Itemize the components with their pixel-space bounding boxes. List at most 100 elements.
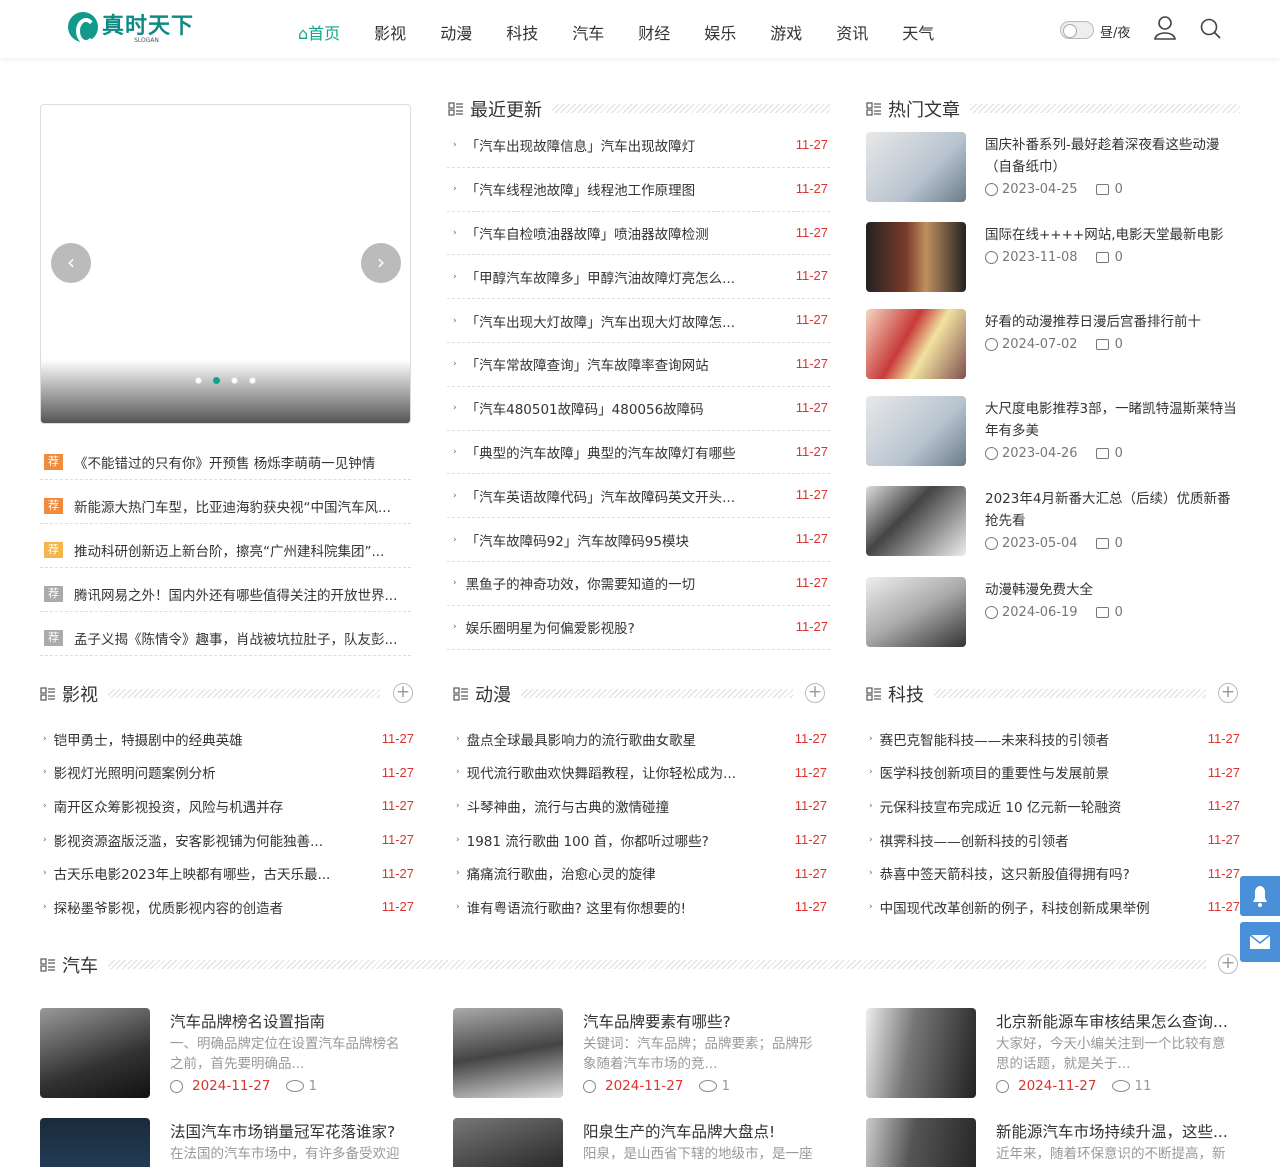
list-item-title[interactable]: 现代流行歌曲欢快舞蹈教程，让你轻松成为... xyxy=(467,762,767,782)
nav-item-weather[interactable]: 天气 xyxy=(902,20,934,44)
list-item-title[interactable]: 孟子义揭《陈情令》趣事，肖战被坑拉肚子，队友彭... xyxy=(74,628,397,648)
list-item-title[interactable]: 「汽车常故障查询」汽车故障率查询网站 xyxy=(466,354,766,374)
list-item[interactable]: › 1981 流行歌曲 100 首，你都听过哪些? 11-27 xyxy=(453,823,827,857)
list-item-title[interactable]: 铠甲勇士，特摄剧中的经典英雄 xyxy=(54,729,354,749)
article-thumbnail[interactable] xyxy=(453,1118,563,1167)
user-icon[interactable] xyxy=(1154,16,1176,40)
article-thumbnail[interactable] xyxy=(40,1008,150,1098)
list-item-title[interactable]: 盘点全球最具影响力的流行歌曲女歌星 xyxy=(467,729,767,749)
list-item-title[interactable]: 医学科技创新项目的重要性与发展前景 xyxy=(880,762,1180,782)
list-item[interactable]: › 赛巴克智能科技——未来科技的引领者 11-27 xyxy=(866,722,1240,756)
list-item[interactable]: › 祺霁科技——创新科技的引领者 11-27 xyxy=(866,823,1240,857)
more-icon[interactable]: + xyxy=(393,683,413,703)
list-item[interactable]: › 「汽车480501故障码」480056故障码 11-27 xyxy=(447,387,830,431)
article-title[interactable]: 新能源汽车市场持续升温，这些... xyxy=(996,1120,1238,1142)
list-item[interactable]: › 黑鱼子的神奇功效，你需要知道的一切 11-27 xyxy=(447,562,830,606)
slider-dot[interactable] xyxy=(231,377,238,384)
hot-item-title[interactable]: 国际在线++++网站,电影天堂最新电影 xyxy=(985,224,1241,246)
article-thumbnail[interactable] xyxy=(866,222,966,292)
more-icon[interactable]: + xyxy=(805,683,825,703)
article-title[interactable]: 北京新能源车审核结果怎么查询... xyxy=(996,1010,1238,1032)
hot-item[interactable]: 好看的动漫推荐日漫后宫番排行前十 2024-07-02 0 xyxy=(866,309,1240,381)
nav-item-tech[interactable]: 科技 xyxy=(506,20,538,44)
article-thumbnail[interactable] xyxy=(866,309,966,379)
list-item-title[interactable]: 黑鱼子的神奇功效，你需要知道的一切 xyxy=(466,573,766,593)
list-item-title[interactable]: 影视资源盗版泛滥，安客影视铺为何能独善... xyxy=(54,830,354,850)
hot-item-title[interactable]: 2023年4月新番大汇总（后续）优质新番抢先看 xyxy=(985,488,1241,532)
list-item[interactable]: › 影视灯光照明问题案例分析 11-27 xyxy=(40,756,414,790)
article-thumbnail[interactable] xyxy=(40,1118,150,1167)
list-item[interactable]: 荐《不能错过的只有你》开预售 杨烁李萌萌一见钟情 xyxy=(40,436,411,480)
article-thumbnail[interactable] xyxy=(866,1118,976,1167)
list-item-title[interactable]: 「汽车线程池故障」线程池工作原理图 xyxy=(466,179,766,199)
list-item[interactable]: › 「汽车线程池故障」线程池工作原理图 11-27 xyxy=(447,168,830,212)
nav-item-video[interactable]: 影视 xyxy=(374,20,406,44)
nav-item-entertainment[interactable]: 娱乐 xyxy=(704,20,736,44)
list-item[interactable]: › 探秘墨爷影视，优质影视内容的创造者 11-27 xyxy=(40,890,414,924)
list-item-title[interactable]: 「汽车英语故障代码」汽车故障码英文开头... xyxy=(466,486,766,506)
mail-button[interactable] xyxy=(1240,922,1280,962)
slider-prev-button[interactable]: ‹ xyxy=(51,243,91,283)
list-item[interactable]: › 「汽车常故障查询」汽车故障率查询网站 11-27 xyxy=(447,343,830,387)
list-item-title[interactable]: 「汽车故障码92」汽车故障码95模块 xyxy=(466,530,766,550)
article-thumbnail[interactable] xyxy=(866,1008,976,1098)
list-item[interactable]: 荐孟子义揭《陈情令》趣事，肖战被坑拉肚子，队友彭... xyxy=(40,612,411,656)
article-thumbnail[interactable] xyxy=(453,1008,563,1098)
nav-item-auto[interactable]: 汽车 xyxy=(572,20,604,44)
list-item[interactable]: › 「汽车自检喷油器故障」喷油器故障检测 11-27 xyxy=(447,212,830,256)
nav-item-games[interactable]: 游戏 xyxy=(770,20,802,44)
list-item[interactable]: › 恭喜中签天箭科技，这只新股值得拥有吗? 11-27 xyxy=(866,856,1240,890)
slider-dot-active[interactable] xyxy=(213,377,220,384)
article-title[interactable]: 汽车品牌榜名设置指南 xyxy=(170,1010,412,1032)
hot-item[interactable]: 国庆补番系列-最好趁着深夜看这些动漫（自备纸巾） 2023-04-25 0 xyxy=(866,132,1240,204)
list-item-title[interactable]: 「汽车自检喷油器故障」喷油器故障检测 xyxy=(466,223,766,243)
article-title[interactable]: 汽车品牌要素有哪些? xyxy=(583,1010,825,1032)
list-item[interactable]: 荐腾讯网易之外！国内外还有哪些值得关注的开放世界... xyxy=(40,568,411,612)
notification-button[interactable] xyxy=(1240,876,1280,916)
list-item[interactable]: › 斗琴神曲，流行与古典的激情碰撞 11-27 xyxy=(453,789,827,823)
hot-item[interactable]: 国际在线++++网站,电影天堂最新电影 2023-11-08 0 xyxy=(866,222,1240,294)
list-item[interactable]: › 影视资源盗版泛滥，安客影视铺为何能独善... 11-27 xyxy=(40,823,414,857)
list-item-title[interactable]: 赛巴克智能科技——未来科技的引领者 xyxy=(880,729,1180,749)
hot-item[interactable]: 2023年4月新番大汇总（后续）优质新番抢先看 2023-05-04 0 xyxy=(866,486,1240,558)
list-item-title[interactable]: 新能源大热门车型，比亚迪海豹获央视“中国汽车风... xyxy=(74,496,391,516)
list-item[interactable]: › 「甲醇汽车故障多」甲醇汽油故障灯亮怎么... 11-27 xyxy=(447,255,830,300)
nav-item-finance[interactable]: 财经 xyxy=(638,20,670,44)
hot-item-title[interactable]: 动漫韩漫免费大全 xyxy=(985,579,1241,601)
list-item[interactable]: › 娱乐圈明星为何偏爱影视股? 11-27 xyxy=(447,606,830,650)
list-item-title[interactable]: 娱乐圈明星为何偏爱影视股? xyxy=(466,617,766,637)
list-item-title[interactable]: 元保科技宣布完成近 10 亿元新一轮融资 xyxy=(880,796,1180,816)
hot-item-title[interactable]: 国庆补番系列-最好趁着深夜看这些动漫（自备纸巾） xyxy=(985,134,1241,178)
list-item[interactable]: › 痛痛流行歌曲，治愈心灵的旋律 11-27 xyxy=(453,856,827,890)
list-item-title[interactable]: 「典型的汽车故障」典型的汽车故障灯有哪些 xyxy=(466,442,766,462)
featured-slider[interactable]: ‹ › xyxy=(40,104,411,424)
day-night-toggle[interactable] xyxy=(1060,21,1094,39)
list-item-title[interactable]: 「汽车出现故障信息」汽车出现故障灯 xyxy=(466,135,766,155)
hot-item-title[interactable]: 好看的动漫推荐日漫后宫番排行前十 xyxy=(985,311,1241,333)
list-item-title[interactable]: 「汽车出现大灯故障」汽车出现大灯故障怎... xyxy=(466,311,766,331)
article-card[interactable]: 阳泉生产的汽车品牌大盘点! 阳泉，是山西省下辖的地级市，是一座 xyxy=(453,1118,825,1167)
list-item-title[interactable]: 斗琴神曲，流行与古典的激情碰撞 xyxy=(467,796,767,816)
list-item-title[interactable]: 谁有粤语流行歌曲? 这里有你想要的! xyxy=(467,897,767,917)
hot-item[interactable]: 动漫韩漫免费大全 2024-06-19 0 xyxy=(866,577,1240,649)
list-item[interactable]: › 元保科技宣布完成近 10 亿元新一轮融资 11-27 xyxy=(866,789,1240,823)
article-thumbnail[interactable] xyxy=(866,486,966,556)
list-item[interactable]: 荐推动科研创新迈上新台阶，擦亮“广州建科院集团”... xyxy=(40,524,411,568)
more-icon[interactable]: + xyxy=(1218,954,1238,974)
list-item-title[interactable]: 「汽车480501故障码」480056故障码 xyxy=(466,398,766,418)
list-item-title[interactable]: 古天乐电影2023年上映都有哪些，古天乐最... xyxy=(54,863,354,883)
slider-dot[interactable] xyxy=(195,377,202,384)
list-item[interactable]: 荐新能源大热门车型，比亚迪海豹获央视“中国汽车风... xyxy=(40,480,411,524)
hot-item[interactable]: 大尺度电影推荐3部，一睹凯特温斯莱特当年有多美 2023-04-26 0 xyxy=(866,396,1240,468)
more-icon[interactable]: + xyxy=(1218,683,1238,703)
search-icon[interactable] xyxy=(1200,18,1222,40)
list-item[interactable]: › 医学科技创新项目的重要性与发展前景 11-27 xyxy=(866,756,1240,790)
list-item-title[interactable]: 《不能错过的只有你》开预售 杨烁李萌萌一见钟情 xyxy=(74,452,375,472)
article-title[interactable]: 阳泉生产的汽车品牌大盘点! xyxy=(583,1120,825,1142)
slider-dot[interactable] xyxy=(249,377,256,384)
list-item-title[interactable]: 腾讯网易之外！国内外还有哪些值得关注的开放世界... xyxy=(74,584,397,604)
list-item[interactable]: › 「典型的汽车故障」典型的汽车故障灯有哪些 11-27 xyxy=(447,431,830,475)
list-item-title[interactable]: 中国现代改革创新的例子，科技创新成果举例 xyxy=(880,897,1180,917)
nav-item-news[interactable]: 资讯 xyxy=(836,20,868,44)
article-card[interactable]: 北京新能源车审核结果怎么查询... 大家好，今天小编关注到一个比较有意思的话题，… xyxy=(866,1008,1238,1100)
